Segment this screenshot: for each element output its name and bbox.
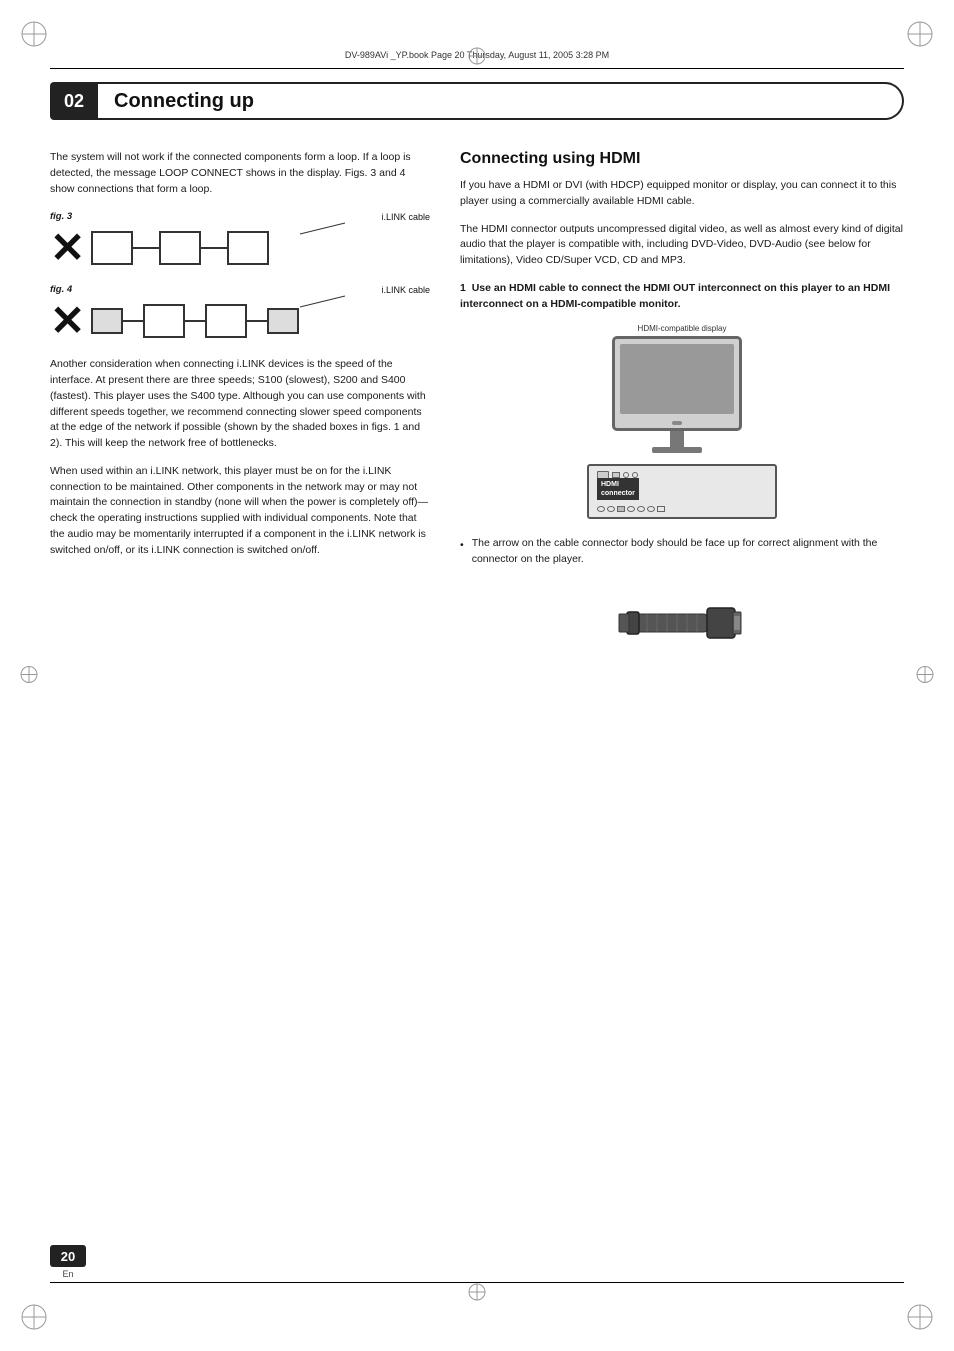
hdmi-intro-text: If you have a HDMI or DVI (with HDCP) eq… (460, 178, 904, 210)
hdmi-label-line1: HDMI (601, 480, 635, 489)
step1-instruction: 1 Use an HDMI cable to connect the HDMI … (460, 281, 904, 313)
bullet-item: • The arrow on the cable connector body … (460, 536, 904, 568)
fig3-cable-label: i.LINK cable (381, 212, 430, 222)
fig4-cable-label: i.LINK cable (381, 285, 430, 295)
corner-reg-mark-bl (18, 1301, 50, 1333)
fig4-container: fig. 4 ✕ i.LINK cable (50, 284, 430, 343)
left-column: The system will not work if the connecte… (50, 150, 430, 1251)
monitor-button (672, 421, 682, 425)
fig3-container: fig. 3 ✕ i.LINK cable (50, 211, 430, 270)
player-ports-bottom (597, 506, 665, 512)
page-number-area: 20 En (50, 1245, 86, 1279)
monitor-body (612, 336, 742, 431)
fig3-blocks (91, 231, 269, 265)
fig3-label: fig. 3 (50, 211, 430, 222)
content-area: The system will not work if the connecte… (50, 150, 904, 1251)
step1-text: Use an HDMI cable to connect the HDMI OU… (460, 282, 890, 310)
fig3-diagram: ✕ i.LINK cable (50, 226, 430, 270)
corner-reg-mark-tr (904, 18, 936, 50)
hdmi-illustration: HDMI-compatible display (460, 324, 904, 524)
bullet-dot: • (460, 538, 464, 568)
fig4-x-mark: ✕ (50, 300, 85, 342)
chapter-header: 02 Connecting up (50, 82, 904, 120)
hdmi-description-text: The HDMI connector outputs uncompressed … (460, 222, 904, 269)
section-heading: Connecting using HDMI (460, 150, 904, 168)
hdmi-cable-illustration (460, 584, 904, 684)
fig3-x-mark: ✕ (50, 227, 85, 269)
network-text: When used within an i.LINK network, this… (50, 464, 430, 559)
monitor-stand (670, 431, 684, 447)
page-lang: En (50, 1269, 86, 1279)
fig4-blocks (91, 304, 299, 338)
player-body: HDMI connector (587, 464, 777, 519)
right-column: Connecting using HDMI If you have a HDMI… (460, 150, 904, 1251)
page-number: 20 (61, 1249, 75, 1264)
step1-number: 1 (460, 282, 466, 294)
chapter-title-box: Connecting up (98, 82, 904, 120)
corner-reg-mark-br (904, 1301, 936, 1333)
ilink-speed-text: Another consideration when connecting i.… (50, 357, 430, 452)
chapter-number: 02 (50, 82, 98, 120)
left-center-mark (18, 663, 40, 688)
hdmi-display-diagram: HDMI-compatible display (572, 324, 792, 524)
top-center-mark (466, 45, 488, 70)
monitor-label: HDMI-compatible display (638, 324, 727, 333)
hdmi-connector-label: HDMI connector (597, 478, 639, 500)
fig4-diagram: ✕ i.LINK cable (50, 299, 430, 343)
fig4-label: fig. 4 (50, 284, 430, 295)
monitor-screen (620, 344, 734, 414)
bottom-center-mark (466, 1281, 488, 1306)
chapter-title: Connecting up (114, 90, 254, 113)
monitor-base (652, 447, 702, 453)
hdmi-cable-svg (617, 584, 747, 684)
corner-reg-mark-tl (18, 18, 50, 50)
right-center-mark (914, 663, 936, 688)
bullet-text: The arrow on the cable connector body sh… (472, 536, 904, 568)
loop-intro-text: The system will not work if the connecte… (50, 150, 430, 197)
page-number-box: 20 (50, 1245, 86, 1267)
hdmi-label-line2: connector (601, 489, 635, 498)
